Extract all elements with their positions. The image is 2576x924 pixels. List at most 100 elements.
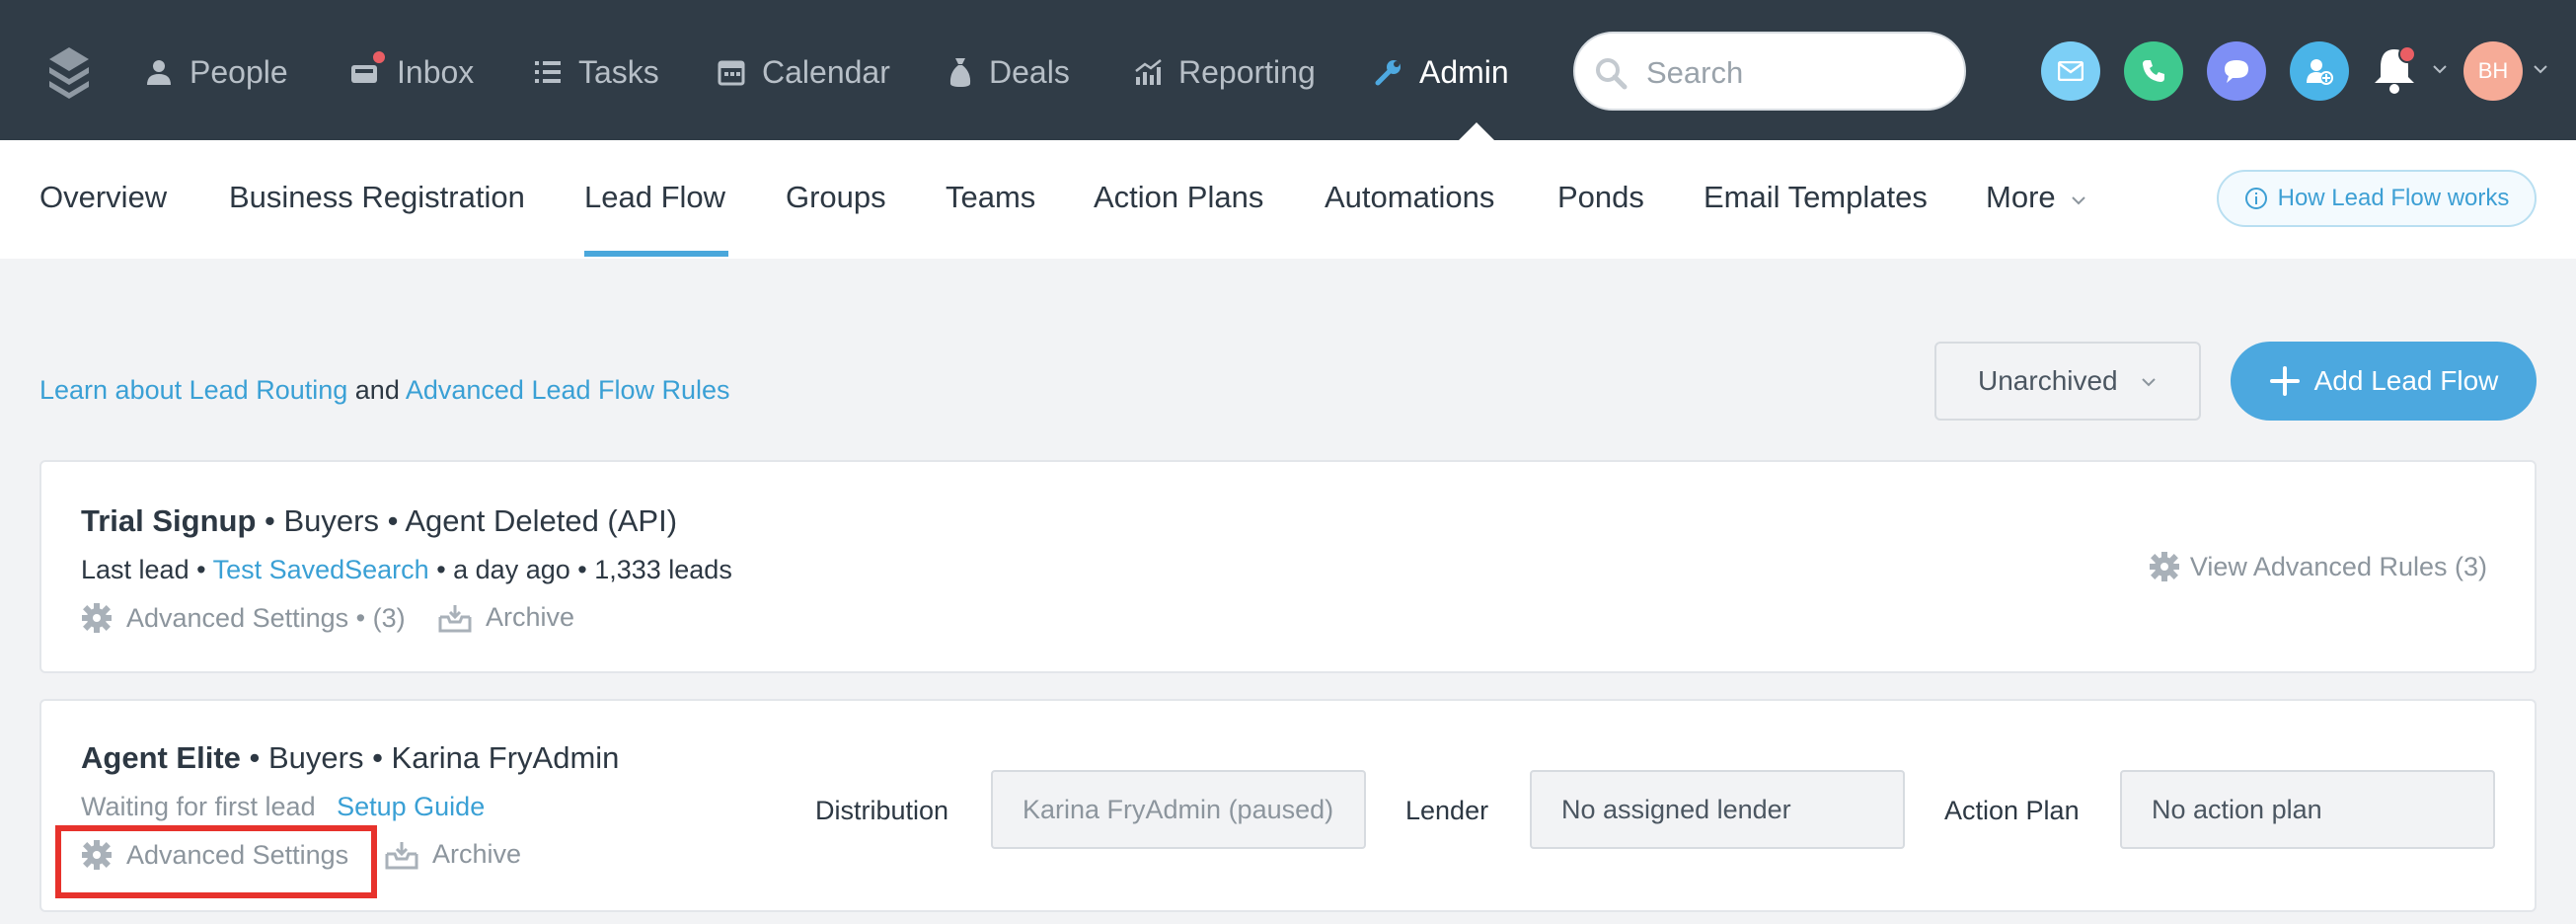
add-contact-button[interactable] [2290, 41, 2349, 101]
advanced-rules-link[interactable]: Advanced Lead Flow Rules [406, 375, 730, 405]
nav-item-people[interactable]: People [144, 45, 288, 99]
meta-suffix: • a day ago • 1,333 leads [428, 555, 732, 584]
chat-button[interactable] [2207, 41, 2266, 101]
action-plan-label: Action Plan [1944, 796, 2080, 825]
archive-button[interactable]: Archive [385, 839, 521, 870]
view-advanced-rules-link[interactable]: View Advanced Rules (3) [2149, 551, 2487, 582]
learn-links: Learn about Lead Routing and Advanced Le… [39, 375, 730, 406]
inbox-notification-dot [371, 49, 387, 65]
tab-more-label: More [1986, 180, 2056, 214]
tab-groups[interactable]: Groups [786, 180, 886, 215]
plus-icon [2269, 366, 2300, 396]
nav-item-label: Admin [1419, 53, 1509, 90]
person-icon [147, 60, 171, 85]
how-lead-flow-works-label: How Lead Flow works [2277, 185, 2510, 211]
user-avatar[interactable]: BH [2463, 41, 2523, 101]
search-icon [1596, 58, 1628, 90]
archive-tray-icon [385, 841, 418, 869]
archive-tray-icon [438, 604, 472, 632]
app-logo-icon[interactable] [47, 43, 91, 99]
nav-item-deals[interactable]: Deals [947, 45, 1070, 99]
lead-flow-card: Agent Elite • Buyers • Karina FryAdmin W… [39, 699, 2537, 912]
active-nav-indicator [1459, 122, 1494, 140]
distribution-select[interactable]: Karina FryAdmin (paused) [991, 770, 1366, 849]
tab-lead-flow[interactable]: Lead Flow [584, 180, 725, 215]
chevron-down-icon[interactable] [2533, 61, 2548, 77]
distribution-label: Distribution [815, 796, 949, 825]
advanced-settings-button[interactable]: Advanced Settings [81, 839, 348, 871]
action-plan-select[interactable]: No action plan [2120, 770, 2495, 849]
chat-bubble-icon [2225, 60, 2248, 83]
avatar-initials: BH [2477, 58, 2509, 83]
tab-ponds[interactable]: Ponds [1557, 180, 1644, 215]
search-box[interactable] [1573, 32, 1966, 111]
add-lead-flow-button[interactable]: Add Lead Flow [2231, 342, 2537, 421]
top-navigation-bar: People Inbox Tasks Calendar Deals Report… [0, 0, 2576, 140]
wrench-icon [1375, 60, 1401, 86]
tab-email-templates[interactable]: Email Templates [1704, 180, 1928, 215]
how-lead-flow-works-button[interactable]: How Lead Flow works [2217, 170, 2537, 227]
nav-item-label: Tasks [578, 53, 659, 90]
nav-item-label: Deals [989, 53, 1070, 90]
gear-icon [82, 840, 112, 870]
advanced-settings-label: Advanced Settings • (3) [126, 602, 406, 633]
lead-flow-title: Trial Signup • Buyers • Agent Deleted (A… [81, 503, 677, 539]
lead-flow-source: Agent Elite [81, 740, 241, 775]
waiting-status: Waiting for first lead [81, 792, 316, 821]
nav-item-label: People [189, 53, 288, 90]
lead-flow-subtitle: • Buyers • Karina FryAdmin [240, 740, 620, 775]
lead-flow-meta: Waiting for first lead Setup Guide [81, 792, 485, 822]
tab-more[interactable]: More [1986, 180, 2087, 215]
setup-guide-link[interactable]: Setup Guide [337, 792, 485, 821]
nav-item-label: Inbox [397, 53, 475, 90]
email-button[interactable] [2041, 41, 2100, 101]
tab-teams[interactable]: Teams [946, 180, 1035, 215]
advanced-settings-button[interactable]: Advanced Settings • (3) [81, 602, 406, 634]
nav-item-tasks[interactable]: Tasks [533, 45, 659, 99]
tab-overview[interactable]: Overview [39, 180, 167, 215]
active-tab-underline [584, 251, 728, 257]
envelope-icon [2058, 61, 2084, 81]
lead-routing-link[interactable]: Learn about Lead Routing [39, 375, 347, 405]
lead-flow-subtitle: • Buyers • Agent Deleted (API) [256, 503, 678, 538]
advanced-settings-label: Advanced Settings [126, 839, 349, 870]
lead-flow-title: Agent Elite • Buyers • Karina FryAdmin [81, 740, 619, 776]
tab-action-plans[interactable]: Action Plans [1094, 180, 1263, 215]
notifications-button[interactable] [2369, 41, 2428, 101]
phone-icon [2143, 60, 2164, 82]
info-icon [2244, 188, 2267, 209]
archive-filter-value: Unarchived [1978, 365, 2118, 396]
chart-icon [1135, 59, 1162, 85]
lender-value: No assigned lender [1561, 794, 1791, 824]
chevron-down-icon [2072, 196, 2085, 205]
money-bag-icon [949, 58, 971, 87]
search-input[interactable] [1644, 45, 1950, 101]
lead-flow-card: Trial Signup • Buyers • Agent Deleted (A… [39, 460, 2537, 673]
tab-business-registration[interactable]: Business Registration [229, 180, 525, 215]
last-lead-link[interactable]: Test SavedSearch [213, 555, 429, 584]
nav-item-admin[interactable]: Admin [1374, 45, 1509, 99]
nav-item-reporting[interactable]: Reporting [1133, 45, 1316, 99]
nav-item-label: Reporting [1178, 53, 1316, 90]
nav-item-label: Calendar [762, 53, 890, 90]
archive-button[interactable]: Archive [438, 602, 574, 633]
gear-icon [82, 603, 112, 633]
archive-label: Archive [486, 602, 575, 632]
add-person-icon [2307, 59, 2333, 85]
nav-item-inbox[interactable]: Inbox [349, 45, 474, 99]
phone-button[interactable] [2124, 41, 2183, 101]
nav-item-calendar[interactable]: Calendar [717, 45, 890, 99]
archive-filter-dropdown[interactable]: Unarchived [1934, 342, 2201, 421]
distribution-value: Karina FryAdmin (paused) [1023, 794, 1334, 824]
chevron-down-icon [2142, 378, 2156, 387]
chevron-down-icon[interactable] [2432, 61, 2448, 77]
notification-dot [2398, 45, 2416, 63]
lender-label: Lender [1405, 796, 1489, 825]
lead-flow-meta: Last lead • Test SavedSearch • a day ago… [81, 555, 732, 585]
gear-icon [2149, 552, 2179, 581]
list-icon [535, 61, 561, 83]
lender-select[interactable]: No assigned lender [1530, 770, 1905, 849]
tab-automations[interactable]: Automations [1325, 180, 1494, 215]
archive-label: Archive [432, 839, 522, 869]
lead-flow-source: Trial Signup [81, 503, 257, 538]
